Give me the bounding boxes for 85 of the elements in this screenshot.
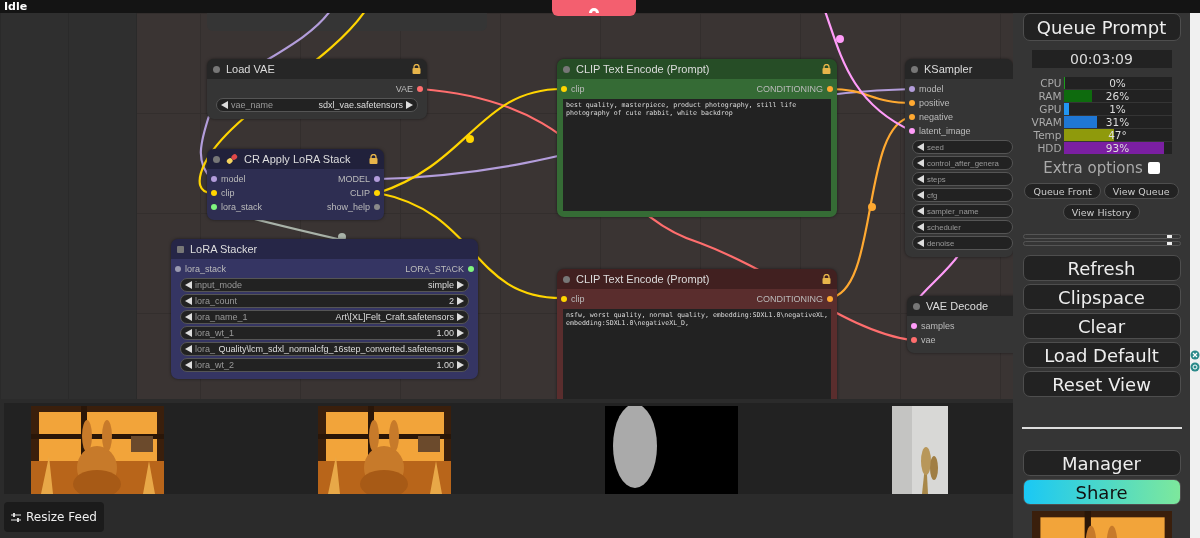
queue-front-button[interactable]: Queue Front bbox=[1024, 183, 1101, 199]
stat-label: RAM bbox=[1037, 89, 1062, 102]
stat-label: VRAM bbox=[1031, 115, 1062, 128]
node-widget[interactable]: lora_wt_1 1.00 bbox=[180, 326, 469, 340]
close-icon bbox=[1190, 350, 1200, 360]
widget-value: sdxl_vae.safetensors bbox=[318, 100, 403, 110]
node-title: CR Apply LoRA Stack bbox=[244, 153, 352, 165]
reroute-dot bbox=[868, 203, 876, 211]
stat-value: 1% bbox=[1108, 102, 1127, 115]
node-widget[interactable]: lora_wt_2 1.00 bbox=[180, 358, 469, 372]
widget-label: lora_wt_1 bbox=[195, 328, 235, 338]
slot-label: CONDITIONING bbox=[756, 294, 823, 304]
panel-button[interactable]: Load Default bbox=[1022, 342, 1181, 368]
slot-label: clip bbox=[571, 294, 585, 304]
stat-label: GPU bbox=[1038, 102, 1062, 115]
widget-label: input_mode bbox=[195, 280, 243, 290]
node-widget[interactable]: lora_ Quality\lcm_sdxl_normalcfg_16step_converted.safetensors bbox=[180, 342, 469, 356]
slot-label: vae bbox=[921, 335, 936, 345]
node-widget[interactable]: input_mode simple bbox=[180, 278, 469, 292]
node-widget[interactable]: lora_count 2 bbox=[180, 294, 469, 308]
widget-value: simple bbox=[428, 280, 454, 290]
stat-label: Temp bbox=[1032, 128, 1062, 141]
slot-label: show_help bbox=[326, 202, 370, 212]
slot-label: model bbox=[221, 174, 246, 184]
slot-label: lora_stack bbox=[185, 264, 227, 274]
view-history-button[interactable]: View History bbox=[1062, 204, 1141, 220]
slot-label: positive bbox=[919, 98, 950, 108]
slot-label: clip bbox=[221, 188, 235, 198]
timer: 00:03:09 bbox=[1031, 50, 1172, 68]
widget-value: 2 bbox=[449, 296, 454, 306]
widget-value: Art\[XL]Felt_Craft.safetensors bbox=[335, 312, 454, 322]
reroute-dot bbox=[466, 135, 474, 143]
panel-button[interactable]: Refresh bbox=[1022, 255, 1181, 281]
slot-label: CLIP bbox=[350, 188, 370, 198]
right-arrow-icon bbox=[406, 101, 413, 109]
sliders-icon bbox=[11, 512, 21, 522]
stat-value: 93% bbox=[1104, 141, 1131, 154]
node-title: LoRA Stacker bbox=[190, 243, 259, 255]
node-title: KSampler bbox=[924, 63, 974, 75]
slot-label: MODEL bbox=[338, 174, 370, 184]
manager-button[interactable]: Manager bbox=[1022, 450, 1181, 476]
stat-value: 31% bbox=[1104, 115, 1131, 128]
sync-icon bbox=[1190, 362, 1200, 372]
node-title: Load VAE bbox=[226, 63, 276, 75]
widget-value: 1.00 bbox=[436, 328, 454, 338]
widget-value: Quality\lcm_sdxl_normalcfg_16step_converted.safetensors bbox=[218, 344, 454, 354]
slider-thumb[interactable] bbox=[1166, 242, 1172, 245]
node-title: CLIP Text Encode (Prompt) bbox=[576, 273, 711, 285]
widget-label: vae_name bbox=[231, 100, 274, 110]
slot-label: VAE bbox=[395, 84, 413, 94]
stat-label: CPU bbox=[1039, 76, 1062, 89]
slot-label: LORA_STACK bbox=[405, 264, 464, 274]
reroute-dot bbox=[836, 35, 844, 43]
node-title: CLIP Text Encode (Prompt) bbox=[576, 63, 711, 75]
slot-label: model bbox=[919, 84, 944, 94]
stat-label: HDD bbox=[1036, 141, 1062, 154]
stat-value: 26% bbox=[1104, 89, 1131, 102]
node-widget[interactable]: vae_name sdxl_vae.safetensors bbox=[216, 98, 418, 112]
panel-button[interactable]: Reset View bbox=[1022, 371, 1181, 397]
widget-label: lora_count bbox=[195, 296, 238, 306]
widget-value: 1.00 bbox=[436, 360, 454, 370]
share-button[interactable]: Share bbox=[1022, 479, 1181, 505]
menu-toggle-button[interactable] bbox=[552, 0, 636, 16]
slider-thumb[interactable] bbox=[1166, 235, 1172, 238]
panel-button[interactable]: Clipspace bbox=[1022, 284, 1181, 310]
resize-feed-button[interactable]: Resize Feed bbox=[4, 502, 104, 532]
slot-label: CONDITIONING bbox=[756, 84, 823, 94]
widget-label: lora_ bbox=[195, 344, 215, 354]
panel-button[interactable]: Clear bbox=[1022, 313, 1181, 339]
widget-label: lora_wt_2 bbox=[195, 360, 235, 370]
view-queue-button[interactable]: View Queue bbox=[1103, 183, 1179, 199]
queue-prompt-button[interactable]: Queue Prompt bbox=[1022, 13, 1181, 41]
slot-label: samples bbox=[921, 321, 955, 331]
extra-options-checkbox[interactable] bbox=[1147, 162, 1160, 174]
slot-label: latent_image bbox=[919, 126, 971, 136]
slot-label: lora_stack bbox=[221, 202, 263, 212]
node-title: VAE Decode bbox=[926, 300, 990, 312]
widget-label: lora_name_1 bbox=[195, 312, 248, 322]
slot-label: negative bbox=[919, 112, 954, 122]
left-arrow-icon bbox=[221, 101, 228, 109]
node-widget[interactable]: lora_name_1 Art\[XL]Felt_Craft.safetensors bbox=[180, 310, 469, 324]
status-text: Idle bbox=[3, 0, 28, 13]
extra-options-label: Extra options bbox=[1043, 159, 1143, 177]
stat-value: 0% bbox=[1108, 76, 1127, 89]
slot-label: clip bbox=[571, 84, 585, 94]
